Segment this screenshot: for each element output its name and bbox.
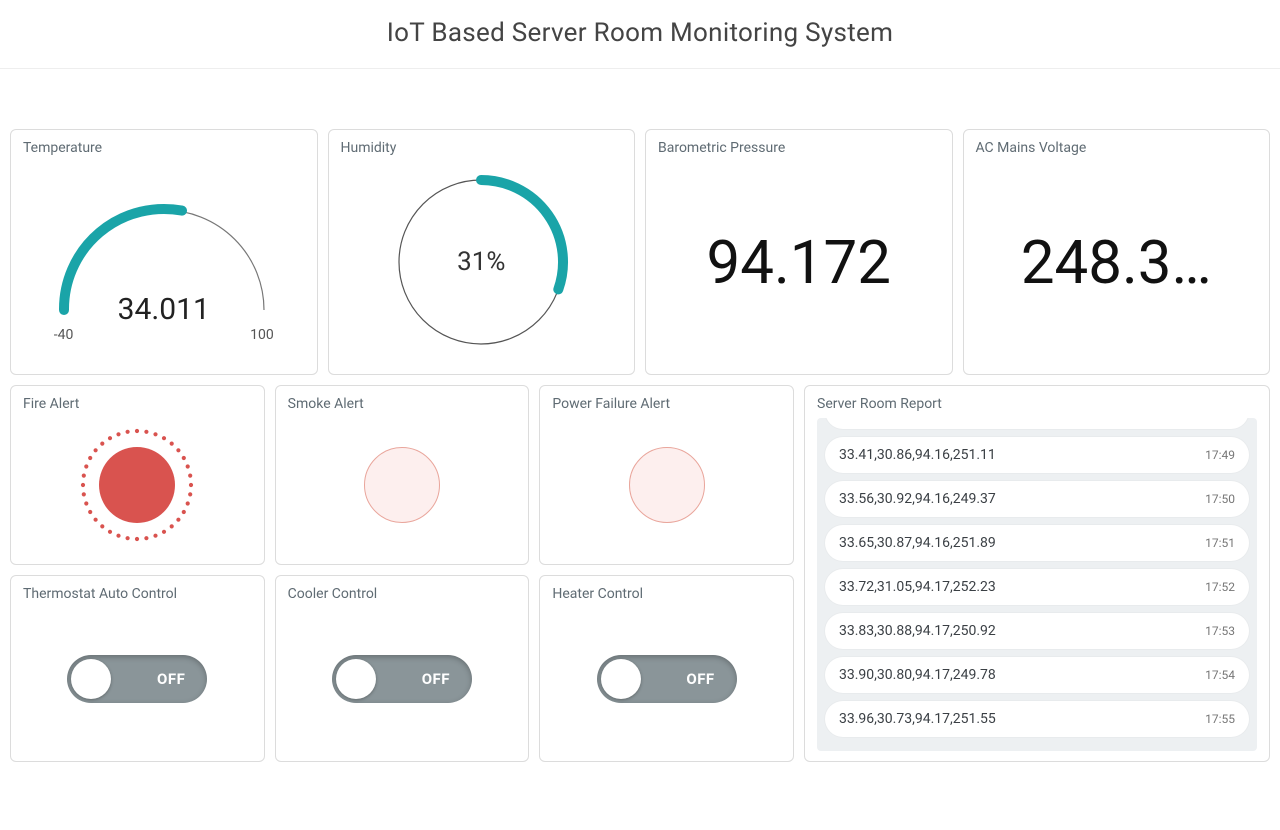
report-row[interactable]: 33.41,30.86,94.16,251.11 17:49 (825, 437, 1249, 473)
report-row-values: 33.34,31.02,94.16,2 (839, 418, 1225, 419)
heater-control-title: Heater Control (552, 586, 781, 602)
temperature-value: 34.011 (118, 292, 210, 327)
smoke-alert-card: Smoke Alert (275, 385, 530, 565)
report-row-time: 17:51 (1205, 536, 1235, 550)
gauge-row: Temperature 34.011 -40 100 Humidity (10, 129, 1270, 375)
voltage-card: AC Mains Voltage 248.3… (963, 129, 1271, 375)
report-row-time: 17:54 (1205, 668, 1235, 682)
fire-alert-card: Fire Alert (10, 385, 265, 565)
cooler-control-title: Cooler Control (288, 586, 517, 602)
toggle-knob-icon (601, 659, 641, 699)
thermostat-toggle[interactable]: OFF (67, 655, 207, 703)
pressure-value: 94.172 (658, 162, 940, 362)
thermostat-control-card: Thermostat Auto Control OFF (10, 575, 265, 762)
humidity-card: Humidity 31% (328, 129, 636, 375)
pressure-card: Barometric Pressure 94.172 (645, 129, 953, 375)
temperature-max: 100 (250, 327, 274, 343)
temperature-card: Temperature 34.011 -40 100 (10, 129, 318, 375)
report-card: Server Room Report ▲ Tue 15 Mar 33.34,31… (804, 385, 1270, 762)
cooler-control-card: Cooler Control OFF (275, 575, 530, 762)
thermostat-control-title: Thermostat Auto Control (23, 586, 252, 602)
lower-section: Fire Alert (10, 385, 1270, 762)
report-row-values: 33.41,30.86,94.16,251.11 (839, 447, 1195, 463)
report-row-time: 17:49 (1205, 448, 1235, 462)
power-alert-title: Power Failure Alert (552, 396, 781, 412)
report-row[interactable]: 33.56,30.92,94.16,249.37 17:50 (825, 481, 1249, 517)
power-alert-card: Power Failure Alert (539, 385, 794, 565)
report-row-time: 17:50 (1205, 492, 1235, 506)
page-title: IoT Based Server Room Monitoring System (0, 18, 1280, 48)
thermostat-toggle-label: OFF (157, 670, 185, 688)
temperature-gauge: 34.011 -40 100 (23, 162, 305, 343)
report-row-time: 17:52 (1205, 580, 1235, 594)
heater-control-card: Heater Control OFF (539, 575, 794, 762)
control-row: Thermostat Auto Control OFF Cooler Contr… (10, 575, 794, 762)
pressure-title: Barometric Pressure (658, 140, 940, 156)
report-list[interactable]: ▲ Tue 15 Mar 33.34,31.02,94.16,233.41,30… (817, 418, 1257, 751)
report-row[interactable]: 33.72,31.05,94.17,252.23 17:52 (825, 569, 1249, 605)
smoke-alert-title: Smoke Alert (288, 396, 517, 412)
report-row[interactable]: 33.34,31.02,94.16,2 (825, 418, 1249, 429)
report-row-values: 33.90,30.80,94.17,249.78 (839, 667, 1195, 683)
cooler-toggle[interactable]: OFF (332, 655, 472, 703)
report-row-values: 33.83,30.88,94.17,250.92 (839, 623, 1195, 639)
temperature-min: -40 (54, 327, 74, 343)
temperature-title: Temperature (23, 140, 305, 156)
report-row[interactable]: 33.90,30.80,94.17,249.78 17:54 (825, 657, 1249, 693)
power-alert-led (552, 418, 781, 552)
fire-alert-led (23, 418, 252, 552)
humidity-value: 31% (457, 247, 505, 277)
smoke-alert-led (288, 418, 517, 552)
humidity-title: Humidity (341, 140, 623, 156)
voltage-title: AC Mains Voltage (976, 140, 1258, 156)
toggle-knob-icon (71, 659, 111, 699)
led-on-icon (99, 447, 175, 523)
report-row[interactable]: 33.65,30.87,94.16,251.89 17:51 (825, 525, 1249, 561)
report-row-values: 33.65,30.87,94.16,251.89 (839, 535, 1195, 551)
header: IoT Based Server Room Monitoring System (0, 0, 1280, 69)
report-title: Server Room Report (817, 396, 1257, 412)
report-row[interactable]: 33.96,30.73,94.17,251.55 17:55 (825, 701, 1249, 737)
dashboard-grid: Temperature 34.011 -40 100 Humidity (0, 69, 1280, 772)
humidity-gauge: 31% (341, 162, 623, 362)
report-row-values: 33.96,30.73,94.17,251.55 (839, 711, 1195, 727)
cooler-toggle-label: OFF (422, 670, 450, 688)
fire-alert-title: Fire Alert (23, 396, 252, 412)
report-row[interactable]: 33.83,30.88,94.17,250.92 17:53 (825, 613, 1249, 649)
report-row-time: 17:55 (1205, 712, 1235, 726)
heater-toggle[interactable]: OFF (597, 655, 737, 703)
heater-toggle-label: OFF (686, 670, 714, 688)
led-off-icon (629, 447, 705, 523)
report-row-values: 33.72,31.05,94.17,252.23 (839, 579, 1195, 595)
led-off-icon (364, 447, 440, 523)
toggle-knob-icon (336, 659, 376, 699)
report-row-time: 17:53 (1205, 624, 1235, 638)
left-stack: Fire Alert (10, 385, 794, 762)
alert-row: Fire Alert (10, 385, 794, 565)
voltage-value: 248.3… (976, 162, 1258, 362)
report-row-values: 33.56,30.92,94.16,249.37 (839, 491, 1195, 507)
